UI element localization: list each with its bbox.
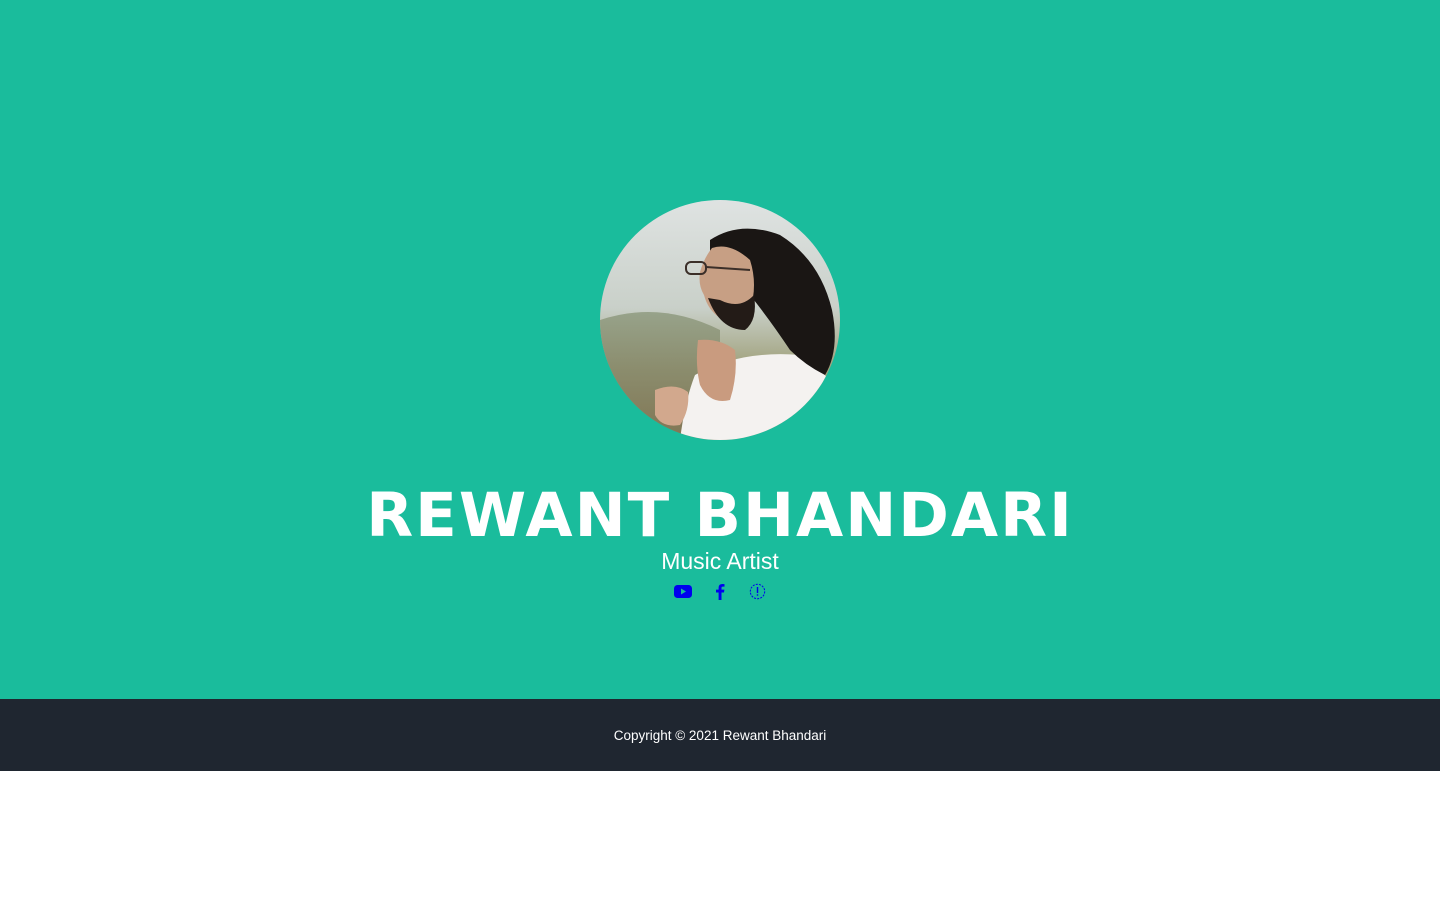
artist-subtitle: Music Artist [661,548,779,574]
footer: Copyright © 2021 Rewant Bhandari [0,699,1440,771]
avatar-photo [600,200,840,440]
info-link[interactable] [748,580,767,602]
social-links [0,580,1440,602]
facebook-icon [716,583,725,600]
info-icon [749,583,765,599]
youtube-icon [674,584,692,598]
hero-section: REWANT BHANDARI Music Artist [0,0,1440,699]
artist-name: REWANT BHANDARI [366,480,1074,551]
avatar [600,200,840,440]
copyright-text: Copyright © 2021 Rewant Bhandari [613,727,827,743]
facebook-link[interactable] [711,580,730,602]
youtube-link[interactable] [674,580,693,602]
